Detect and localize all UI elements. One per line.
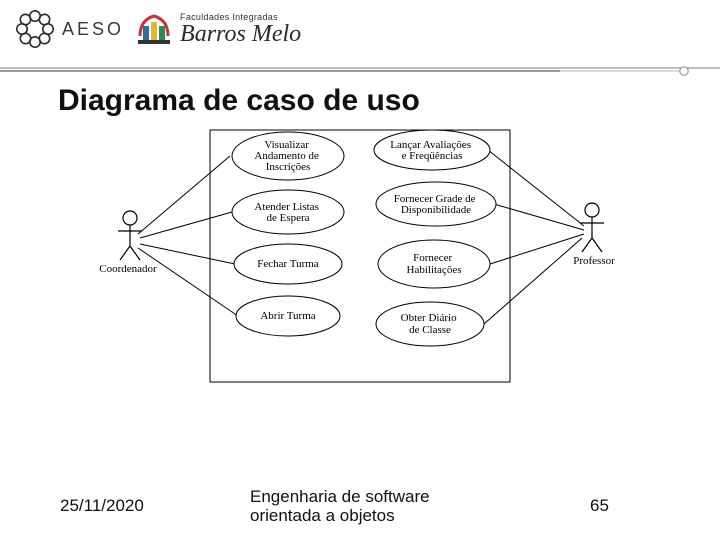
aeso-logo-text: AESO: [62, 19, 124, 40]
slide-footer: 25/11/2020 Engenharia de software orient…: [0, 487, 720, 526]
usecase: Fechar Turma: [234, 244, 342, 284]
footer-line1: Engenharia de software: [250, 487, 530, 507]
svg-text:Abrir Turma: Abrir Turma: [260, 310, 315, 322]
slide-header: AESO Faculdades Integradas Barros Melo: [0, 0, 720, 82]
actor-coordenador-label: Coordenador: [99, 263, 157, 275]
barros-melo-text: Faculdades Integradas Barros Melo: [180, 13, 301, 46]
usecase: Abrir Turma: [236, 296, 340, 336]
footer-line2: orientada a objetos: [250, 506, 530, 526]
logo-row: AESO Faculdades Integradas Barros Melo: [14, 8, 706, 53]
svg-text:Fornecer Habilitações: Fornecer Habilitações: [407, 252, 462, 276]
footer-center: Engenharia de software orientada a objet…: [250, 487, 530, 526]
usecase: Fornecer Habilitações: [378, 240, 490, 288]
use-case-diagram: Visualizar Andamento de Inscrições Atend…: [90, 126, 630, 386]
footer-page: 65: [590, 496, 609, 516]
aeso-logo: AESO: [14, 8, 124, 50]
header-rule-icon: [0, 64, 720, 76]
barros-melo-logo: Faculdades Integradas Barros Melo: [134, 6, 301, 53]
footer-date: 25/11/2020: [60, 496, 220, 516]
svg-text:Fornecer Grade de Disp: Fornecer Grade de Disponibilidade: [394, 193, 479, 216]
bm-big-text: Barros Melo: [180, 22, 301, 46]
actor-professor: [580, 203, 604, 252]
svg-text:Fechar Turma: Fechar Turma: [257, 258, 319, 270]
actor-professor-label: Professor: [573, 255, 615, 267]
usecase: Fornecer Grade de Disponibilidade: [376, 182, 496, 226]
barros-melo-mark-icon: [134, 6, 174, 53]
svg-text:Obter Diário de Classe: Obter Diário de Classe: [401, 312, 460, 336]
svg-text:Lançar Avaliações e Fr: Lançar Avaliações e Freqüências: [390, 139, 473, 162]
aeso-mark-icon: [14, 8, 56, 50]
usecase: Lançar Avaliações e Freqüências: [374, 130, 490, 170]
usecase: Obter Diário de Classe: [376, 302, 484, 346]
actor-coordenador: [118, 211, 142, 260]
usecase: Atender Listas de Espera: [232, 190, 344, 234]
slide-title: Diagrama de caso de uso: [58, 84, 720, 118]
usecase: Visualizar Andamento de Inscrições: [232, 132, 344, 180]
